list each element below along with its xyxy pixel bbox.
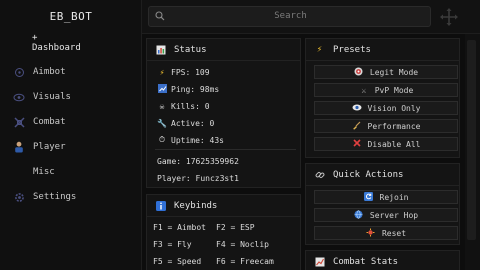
crossed-swords-icon: ⚔ <box>361 85 367 95</box>
button-label: Reset <box>381 228 407 238</box>
sidebar-item-settings[interactable]: Settings <box>0 186 142 208</box>
sidebar-item-label: Visuals <box>33 92 71 102</box>
skull-icon: ☠ <box>159 101 165 111</box>
target-icon <box>354 67 364 78</box>
status-divider <box>155 149 296 150</box>
keybinds-header: Keybinds <box>147 195 300 217</box>
sidebar-item-label: + Dashboard <box>32 33 81 53</box>
eye-icon <box>352 104 362 113</box>
spark-icon <box>366 228 376 239</box>
keybind-f4: F4 = Noclip <box>216 240 269 249</box>
search-input[interactable]: Search <box>148 6 431 27</box>
presets-header: ⚡ Presets <box>306 39 459 61</box>
refresh-icon <box>364 191 374 203</box>
keybind-f1: F1 = Aimbot <box>153 223 206 232</box>
sidebar-item-label: Combat <box>33 117 66 127</box>
server-hop-button[interactable]: Server Hop <box>314 208 458 222</box>
button-label: Performance <box>367 121 421 131</box>
vision-only-button[interactable]: Vision Only <box>314 101 458 115</box>
cross-icon <box>352 139 362 149</box>
combat-stats-title: Combat Stats <box>333 257 399 267</box>
misc-icon <box>13 166 25 178</box>
quick-actions-panel: Quick Actions Rejoin Server Hop Reset <box>305 163 460 245</box>
sidebar-item-aimbot[interactable]: Aimbot <box>0 61 142 83</box>
ping-value: Ping: 98ms <box>171 84 220 94</box>
lightning-icon: ⚡ <box>316 44 323 55</box>
fps-row: ⚡ FPS: 109 <box>157 66 210 78</box>
combat-icon <box>13 116 25 128</box>
player-name: Player: Funcz3st1 <box>157 174 239 183</box>
link-icon <box>314 169 325 180</box>
info-icon <box>155 200 166 211</box>
sidebar-item-label: Aimbot <box>33 67 66 77</box>
keybind-f3: F3 = Fly <box>153 240 192 249</box>
game-id: Game: 17625359962 <box>157 157 239 166</box>
pvp-mode-button[interactable]: ⚔ PvP Mode <box>314 83 458 97</box>
app-title: EB_BOT <box>49 10 93 23</box>
button-label: Disable All <box>367 139 421 149</box>
ping-row: Ping: 98ms <box>157 83 219 95</box>
button-label: Server Hop <box>369 210 419 220</box>
kills-row: ☠ Kills: 0 <box>157 100 210 112</box>
presets-title: Presets <box>333 44 371 55</box>
rejoin-button[interactable]: Rejoin <box>314 190 458 204</box>
eye-icon <box>13 91 25 103</box>
button-label: Vision Only <box>367 103 421 113</box>
uptime-row: ⏱ Uptime: 43s <box>157 134 224 146</box>
reset-button[interactable]: Reset <box>314 226 458 240</box>
keybind-f5: F5 = Speed <box>153 257 202 266</box>
lightning-icon: ⚡ <box>159 67 165 77</box>
sidebar-item-dashboard[interactable]: + Dashboard <box>0 33 142 55</box>
sidebar-item-combat[interactable]: Combat <box>0 111 142 133</box>
broom-icon <box>352 121 362 132</box>
search-placeholder: Search <box>274 11 307 21</box>
keybind-f2: F2 = ESP <box>216 223 255 232</box>
fps-value: FPS: 109 <box>171 67 210 77</box>
keybinds-title: Keybinds <box>174 200 218 211</box>
sidebar-item-player[interactable]: Player <box>0 136 142 158</box>
sidebar-item-visuals[interactable]: Visuals <box>0 86 142 108</box>
status-panel: Status ⚡ FPS: 109 Ping: 98ms ☠ Kills: 0 … <box>146 38 301 188</box>
legit-mode-button[interactable]: Legit Mode <box>314 65 458 79</box>
active-row: 🔧 Active: 0 <box>157 117 214 129</box>
quick-actions-title: Quick Actions <box>333 169 404 180</box>
uptime-value: Uptime: 43s <box>171 135 224 145</box>
sidebar-item-label: Misc <box>33 167 55 177</box>
active-value: Active: 0 <box>171 118 215 128</box>
gear-icon <box>13 191 25 203</box>
status-title: Status <box>174 44 207 55</box>
button-label: Legit Mode <box>369 67 419 77</box>
move-handle-icon[interactable] <box>439 7 459 27</box>
combat-stats-header: Combat Stats <box>306 251 459 270</box>
quick-actions-header: Quick Actions <box>306 164 459 186</box>
sidebar-item-label: Player <box>33 142 66 152</box>
player-icon <box>13 141 25 153</box>
signal-chart-icon <box>157 83 167 95</box>
status-header: Status <box>147 39 300 61</box>
button-label: PvP Mode <box>374 85 414 95</box>
sidebar-item-misc[interactable]: Misc <box>0 161 142 183</box>
combat-stats-panel: Combat Stats <box>305 250 460 270</box>
top-bar: Search <box>142 0 480 34</box>
wrench-icon: 🔧 <box>157 118 167 128</box>
kills-value: Kills: 0 <box>171 101 210 111</box>
globe-icon <box>354 209 364 221</box>
sidebar: EB_BOT + Dashboard Aimbot Visuals Combat… <box>0 0 142 270</box>
scrollbar-thumb[interactable] <box>467 40 476 240</box>
performance-button[interactable]: Performance <box>314 119 458 133</box>
sidebar-item-label: Settings <box>33 192 77 202</box>
presets-panel: ⚡ Presets Legit Mode ⚔ PvP Mode Vision O… <box>305 38 460 158</box>
crosshair-icon <box>13 66 25 78</box>
keybinds-panel: Keybinds F1 = Aimbot F2 = ESP F3 = Fly F… <box>146 194 301 270</box>
button-label: Rejoin <box>379 192 409 202</box>
disable-all-button[interactable]: Disable All <box>314 137 458 151</box>
keybind-f6: F6 = Freecam <box>216 257 274 266</box>
stopwatch-icon: ⏱ <box>158 135 166 144</box>
chart-icon <box>155 44 166 55</box>
chart-icon <box>314 257 325 268</box>
